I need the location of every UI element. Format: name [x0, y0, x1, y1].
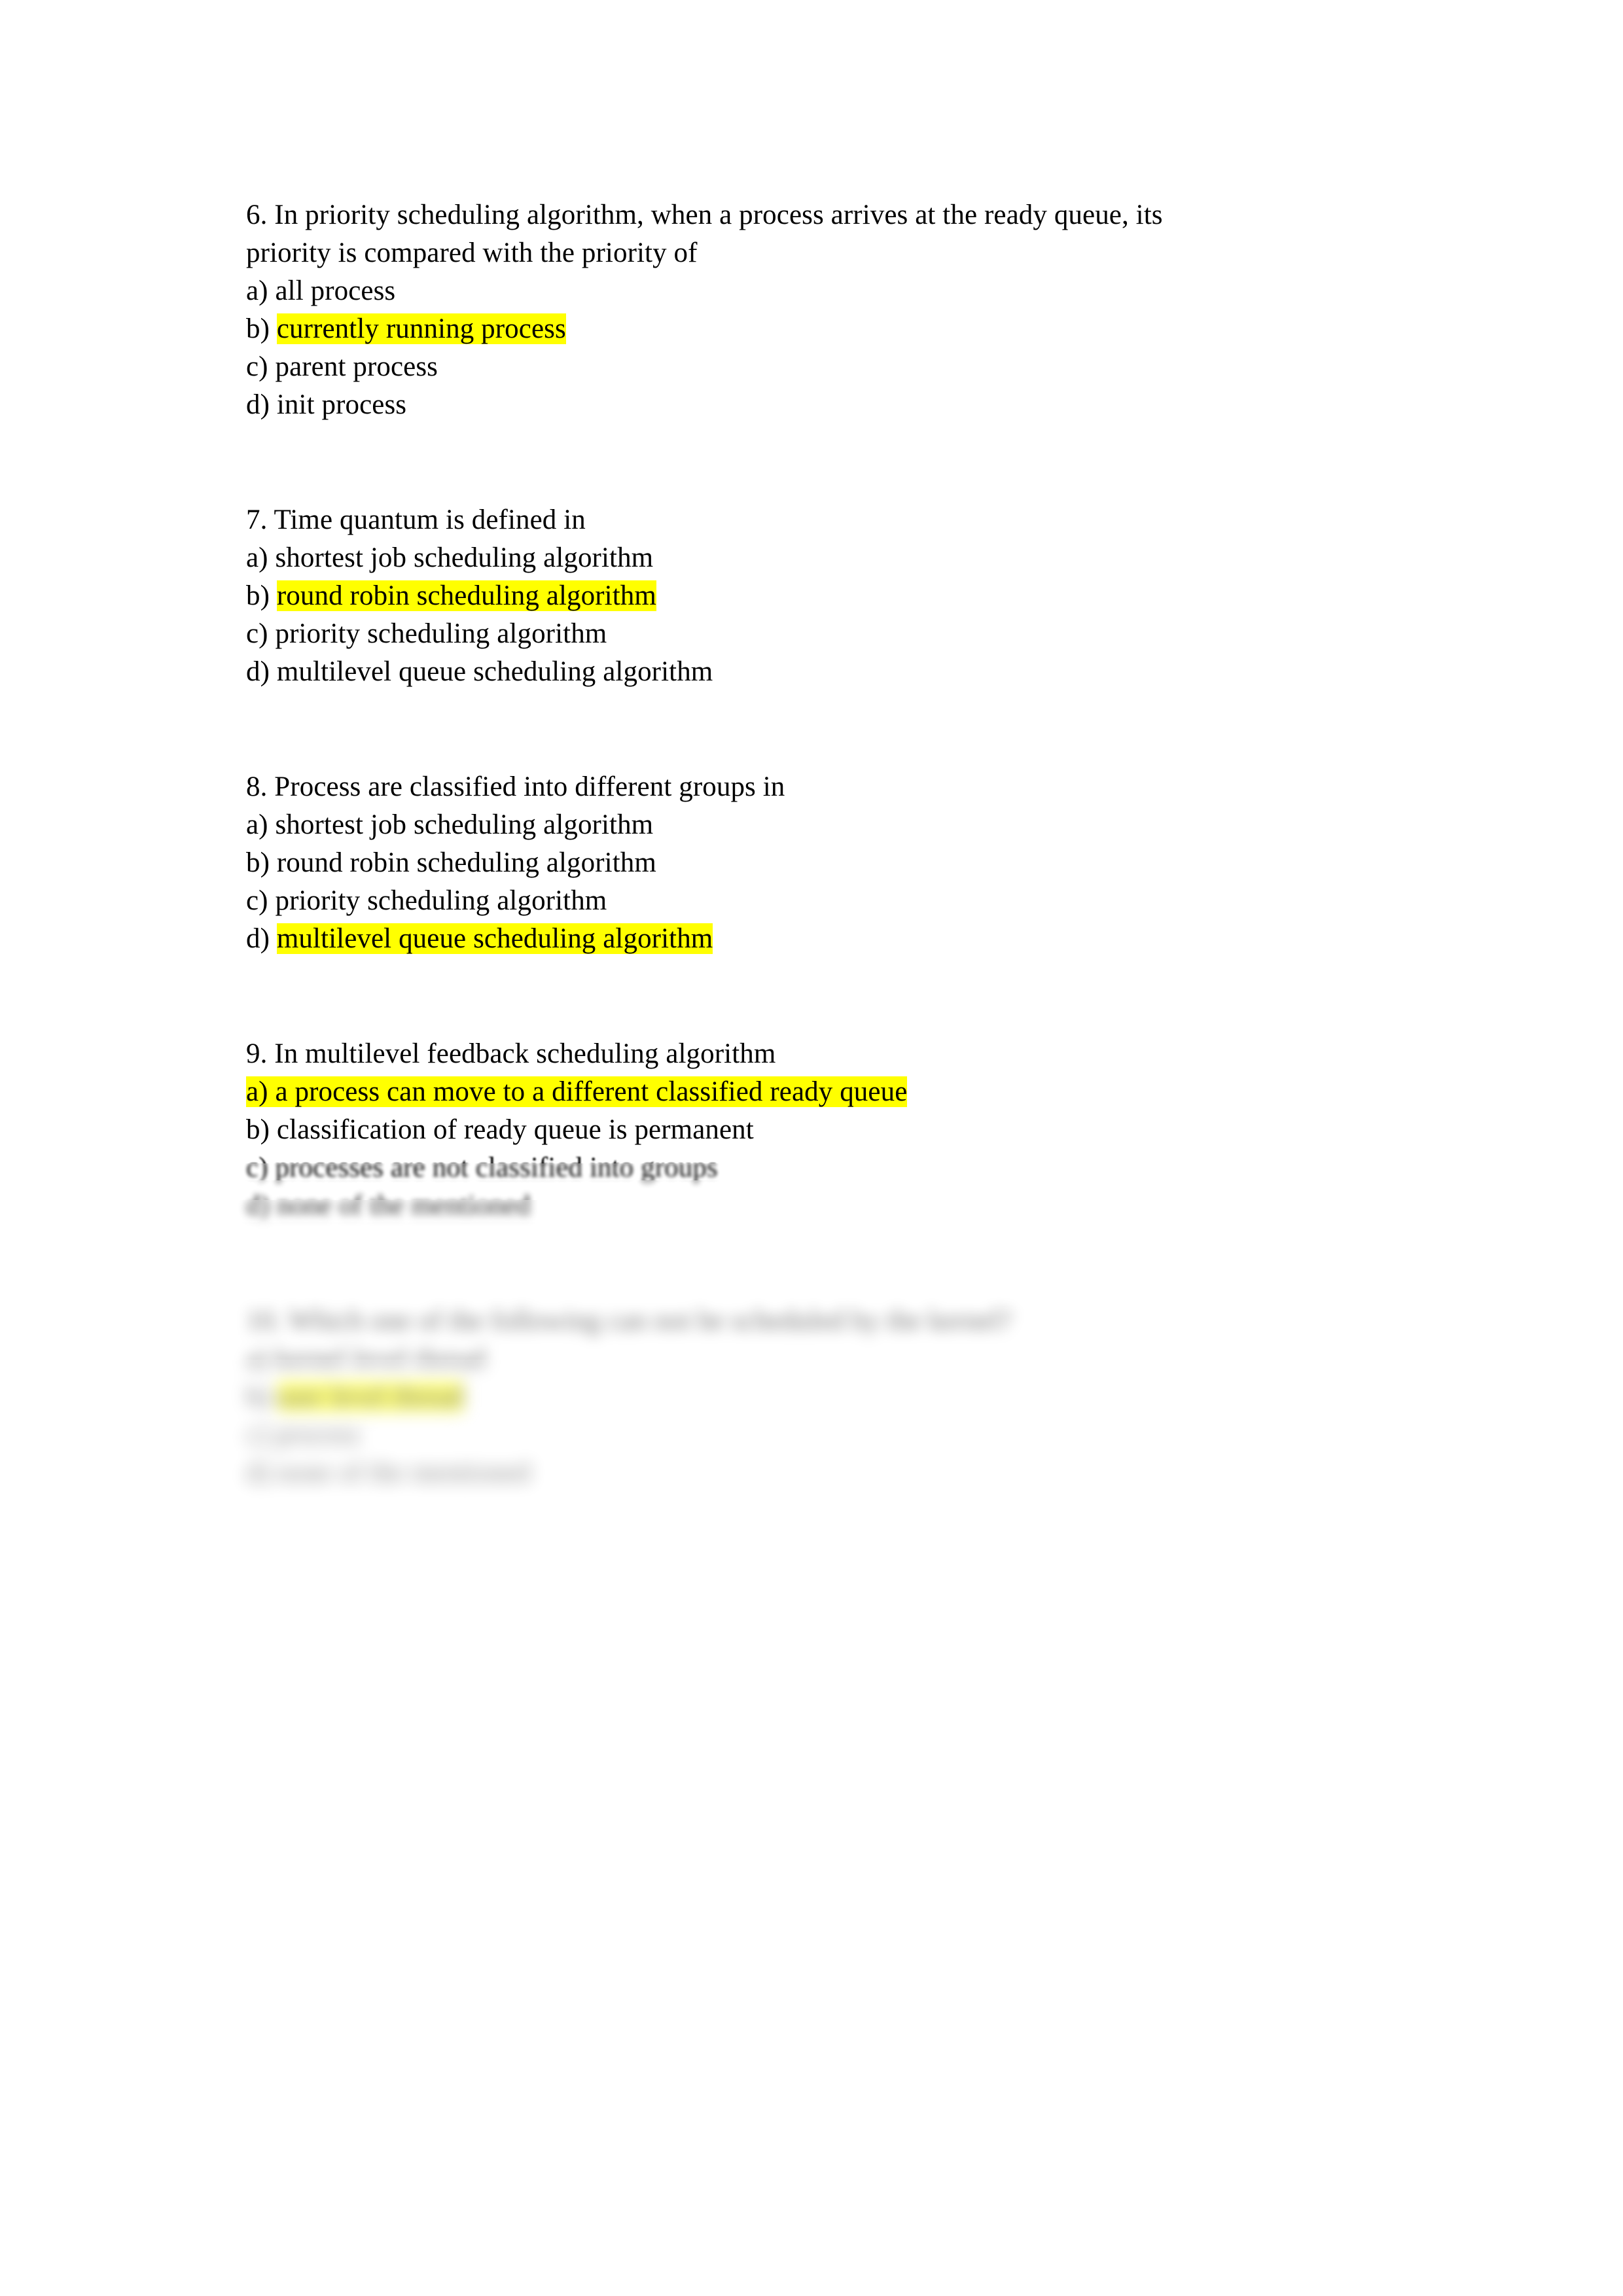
option-text-highlighted: a) a process can move to a different cla…	[246, 1076, 908, 1107]
option-text: shortest job scheduling algorithm	[275, 809, 654, 840]
option-prefix: c)	[246, 618, 276, 649]
option-prefix: a)	[246, 275, 276, 306]
option-text: shortest job scheduling algorithm	[275, 542, 654, 573]
option-text: classification of ready queue is permane…	[276, 1114, 754, 1145]
question-stem-line: 7. Time quantum is defined in	[246, 504, 586, 535]
answer-option: b) round robin scheduling algorithm	[246, 844, 1398, 882]
option-prefix: a)	[246, 542, 276, 573]
option-text: priority scheduling algorithm	[275, 618, 607, 649]
option-prefix: a)	[246, 809, 276, 840]
answer-option: b) currently running process	[246, 310, 1398, 348]
answer-option: d) multilevel queue scheduling algorithm	[246, 920, 1398, 958]
answer-option: b) round robin scheduling algorithm	[246, 577, 1398, 615]
option-prefix: d)	[246, 389, 277, 420]
option-prefix: b)	[246, 1114, 277, 1145]
option-prefix: b)	[246, 313, 277, 344]
question-stem-line: 9. In multilevel feedback scheduling alg…	[246, 1038, 776, 1069]
option-text: init process	[276, 389, 407, 420]
option-prefix: c)	[246, 885, 276, 916]
blur-region-base	[0, 1146, 1623, 2296]
option-prefix: d)	[246, 923, 277, 954]
option-prefix: c)	[246, 351, 276, 382]
option-text-highlighted: round robin scheduling algorithm	[276, 580, 656, 611]
option-text: priority scheduling algorithm	[275, 885, 607, 916]
answer-option: a) a process can move to a different cla…	[246, 1073, 1398, 1111]
answer-option: c) priority scheduling algorithm	[246, 882, 1398, 920]
option-prefix: b)	[246, 580, 277, 611]
option-text-highlighted: currently running process	[276, 313, 566, 344]
question-stem-line: 6. In priority scheduling algorithm, whe…	[246, 200, 1163, 230]
answer-option: b) classification of ready queue is perm…	[246, 1111, 1398, 1149]
option-text: all process	[275, 275, 396, 306]
document-page: 6. In priority scheduling algorithm, whe…	[0, 0, 1623, 2296]
answer-option: d) multilevel queue scheduling algorithm	[246, 653, 1398, 691]
answer-option: c) parent process	[246, 348, 1398, 386]
answer-option: c) priority scheduling algorithm	[246, 615, 1398, 653]
question-stem-line: 8. Process are classified into different…	[246, 771, 785, 802]
option-text: parent process	[275, 351, 438, 382]
option-text: round robin scheduling algorithm	[276, 847, 656, 878]
answer-option: a) shortest job scheduling algorithm	[246, 806, 1398, 844]
answer-option: a) shortest job scheduling algorithm	[246, 539, 1398, 577]
option-prefix: b)	[246, 847, 277, 878]
answer-option: d) init process	[246, 386, 1398, 424]
question-block: 8. Process are classified into different…	[246, 768, 1398, 958]
option-text: multilevel queue scheduling algorithm	[276, 656, 713, 687]
option-prefix: d)	[246, 656, 277, 687]
question-block: 6. In priority scheduling algorithm, whe…	[246, 196, 1398, 424]
answer-option: a) all process	[246, 272, 1398, 310]
question-block: 7. Time quantum is defined in a) shortest…	[246, 501, 1398, 691]
option-text-highlighted: multilevel queue scheduling algorithm	[276, 923, 713, 954]
question-stem-line: priority is compared with the priority o…	[246, 238, 698, 268]
